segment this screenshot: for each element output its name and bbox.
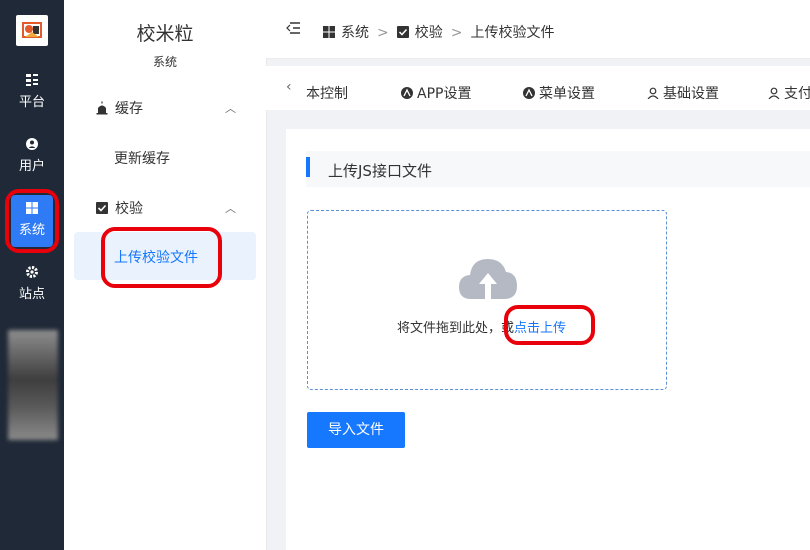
alarm-icon: [96, 101, 108, 115]
menu-item-refresh-cache[interactable]: 更新缓存: [114, 148, 170, 168]
tab-version-control[interactable]: 本控制: [306, 83, 348, 103]
chevron-up-icon[interactable]: ︿: [225, 200, 236, 216]
rail-item-site[interactable]: 站点: [0, 255, 64, 311]
section-title: 上传JS接口文件: [328, 162, 432, 180]
app-logo: [16, 15, 48, 46]
cloud-upload-icon: [459, 259, 517, 299]
checkbox-icon: [96, 202, 108, 214]
tab-label-basic-settings: 基础设置: [663, 86, 719, 102]
menu-group-verify[interactable]: 校验: [95, 198, 143, 218]
menu-group-label-verify: 校验: [115, 201, 143, 217]
app-icon: [401, 87, 413, 99]
app-icon: [523, 87, 535, 99]
user-icon: [26, 138, 38, 150]
section-accent-bar: [306, 157, 310, 177]
windows-icon: [323, 26, 335, 38]
tab-basic-settings[interactable]: 基础设置: [647, 83, 719, 103]
rail-label-platform: 平台: [18, 95, 45, 110]
import-file-button[interactable]: 导入文件: [307, 412, 405, 448]
chevron-up-icon[interactable]: ︿: [225, 100, 236, 116]
breadcrumb-verify[interactable]: 校验: [415, 25, 443, 41]
breadcrumb-separator: >: [450, 25, 463, 41]
tab-label-app-settings: APP设置: [417, 86, 472, 102]
rail-label-user: 用户: [18, 159, 45, 174]
breadcrumb-system[interactable]: 系统: [341, 25, 369, 41]
tab-label-payment: 支付: [784, 86, 810, 102]
breadcrumb: 系统 > 校验 > 上传校验文件: [323, 22, 554, 42]
user-outline-icon: [647, 87, 659, 99]
gear-icon: [26, 266, 38, 278]
rail-item-user[interactable]: 用户: [0, 127, 64, 183]
tab-label-menu-settings: 菜单设置: [539, 86, 595, 102]
platform-icon: [26, 74, 38, 86]
checkbox-icon: [396, 26, 409, 38]
submenu-subtitle: 系统: [152, 55, 177, 69]
user-outline-icon: [768, 87, 780, 99]
settings-tabs: ‹ 本控制 APP设置 菜单设置 基础设置 支付: [266, 66, 810, 110]
highlight-ring-system: [5, 189, 59, 253]
upload-drag-text: 将文件拖到此处，或: [397, 321, 515, 336]
menu-group-cache[interactable]: 缓存: [95, 98, 143, 118]
rail-label-site: 站点: [18, 287, 45, 302]
upload-dropzone[interactable]: 将文件拖到此处，或点击上传: [307, 210, 667, 390]
highlight-ring-upload-menu: [101, 227, 222, 288]
menu-group-label-cache: 缓存: [115, 101, 143, 117]
breadcrumb-separator: >: [377, 25, 389, 41]
collapse-menu-icon[interactable]: [286, 22, 300, 38]
rail-item-platform[interactable]: 平台: [0, 63, 64, 119]
tab-menu-settings[interactable]: 菜单设置: [523, 83, 595, 103]
section-header: 上传JS接口文件: [306, 151, 810, 187]
blurred-avatar: [8, 330, 58, 440]
tab-app-settings[interactable]: APP设置: [401, 83, 471, 103]
left-icon-rail: 平台 用户 系统 站点: [0, 0, 64, 550]
submenu-title: 校米粒: [136, 23, 194, 45]
tabs-scroll-left-icon[interactable]: ‹: [286, 79, 292, 95]
tab-payment[interactable]: 支付: [768, 83, 810, 103]
breadcrumb-current: 上传校验文件: [470, 25, 555, 41]
top-header: 系统 > 校验 > 上传校验文件: [266, 0, 810, 59]
highlight-ring-click-upload: [504, 305, 595, 345]
